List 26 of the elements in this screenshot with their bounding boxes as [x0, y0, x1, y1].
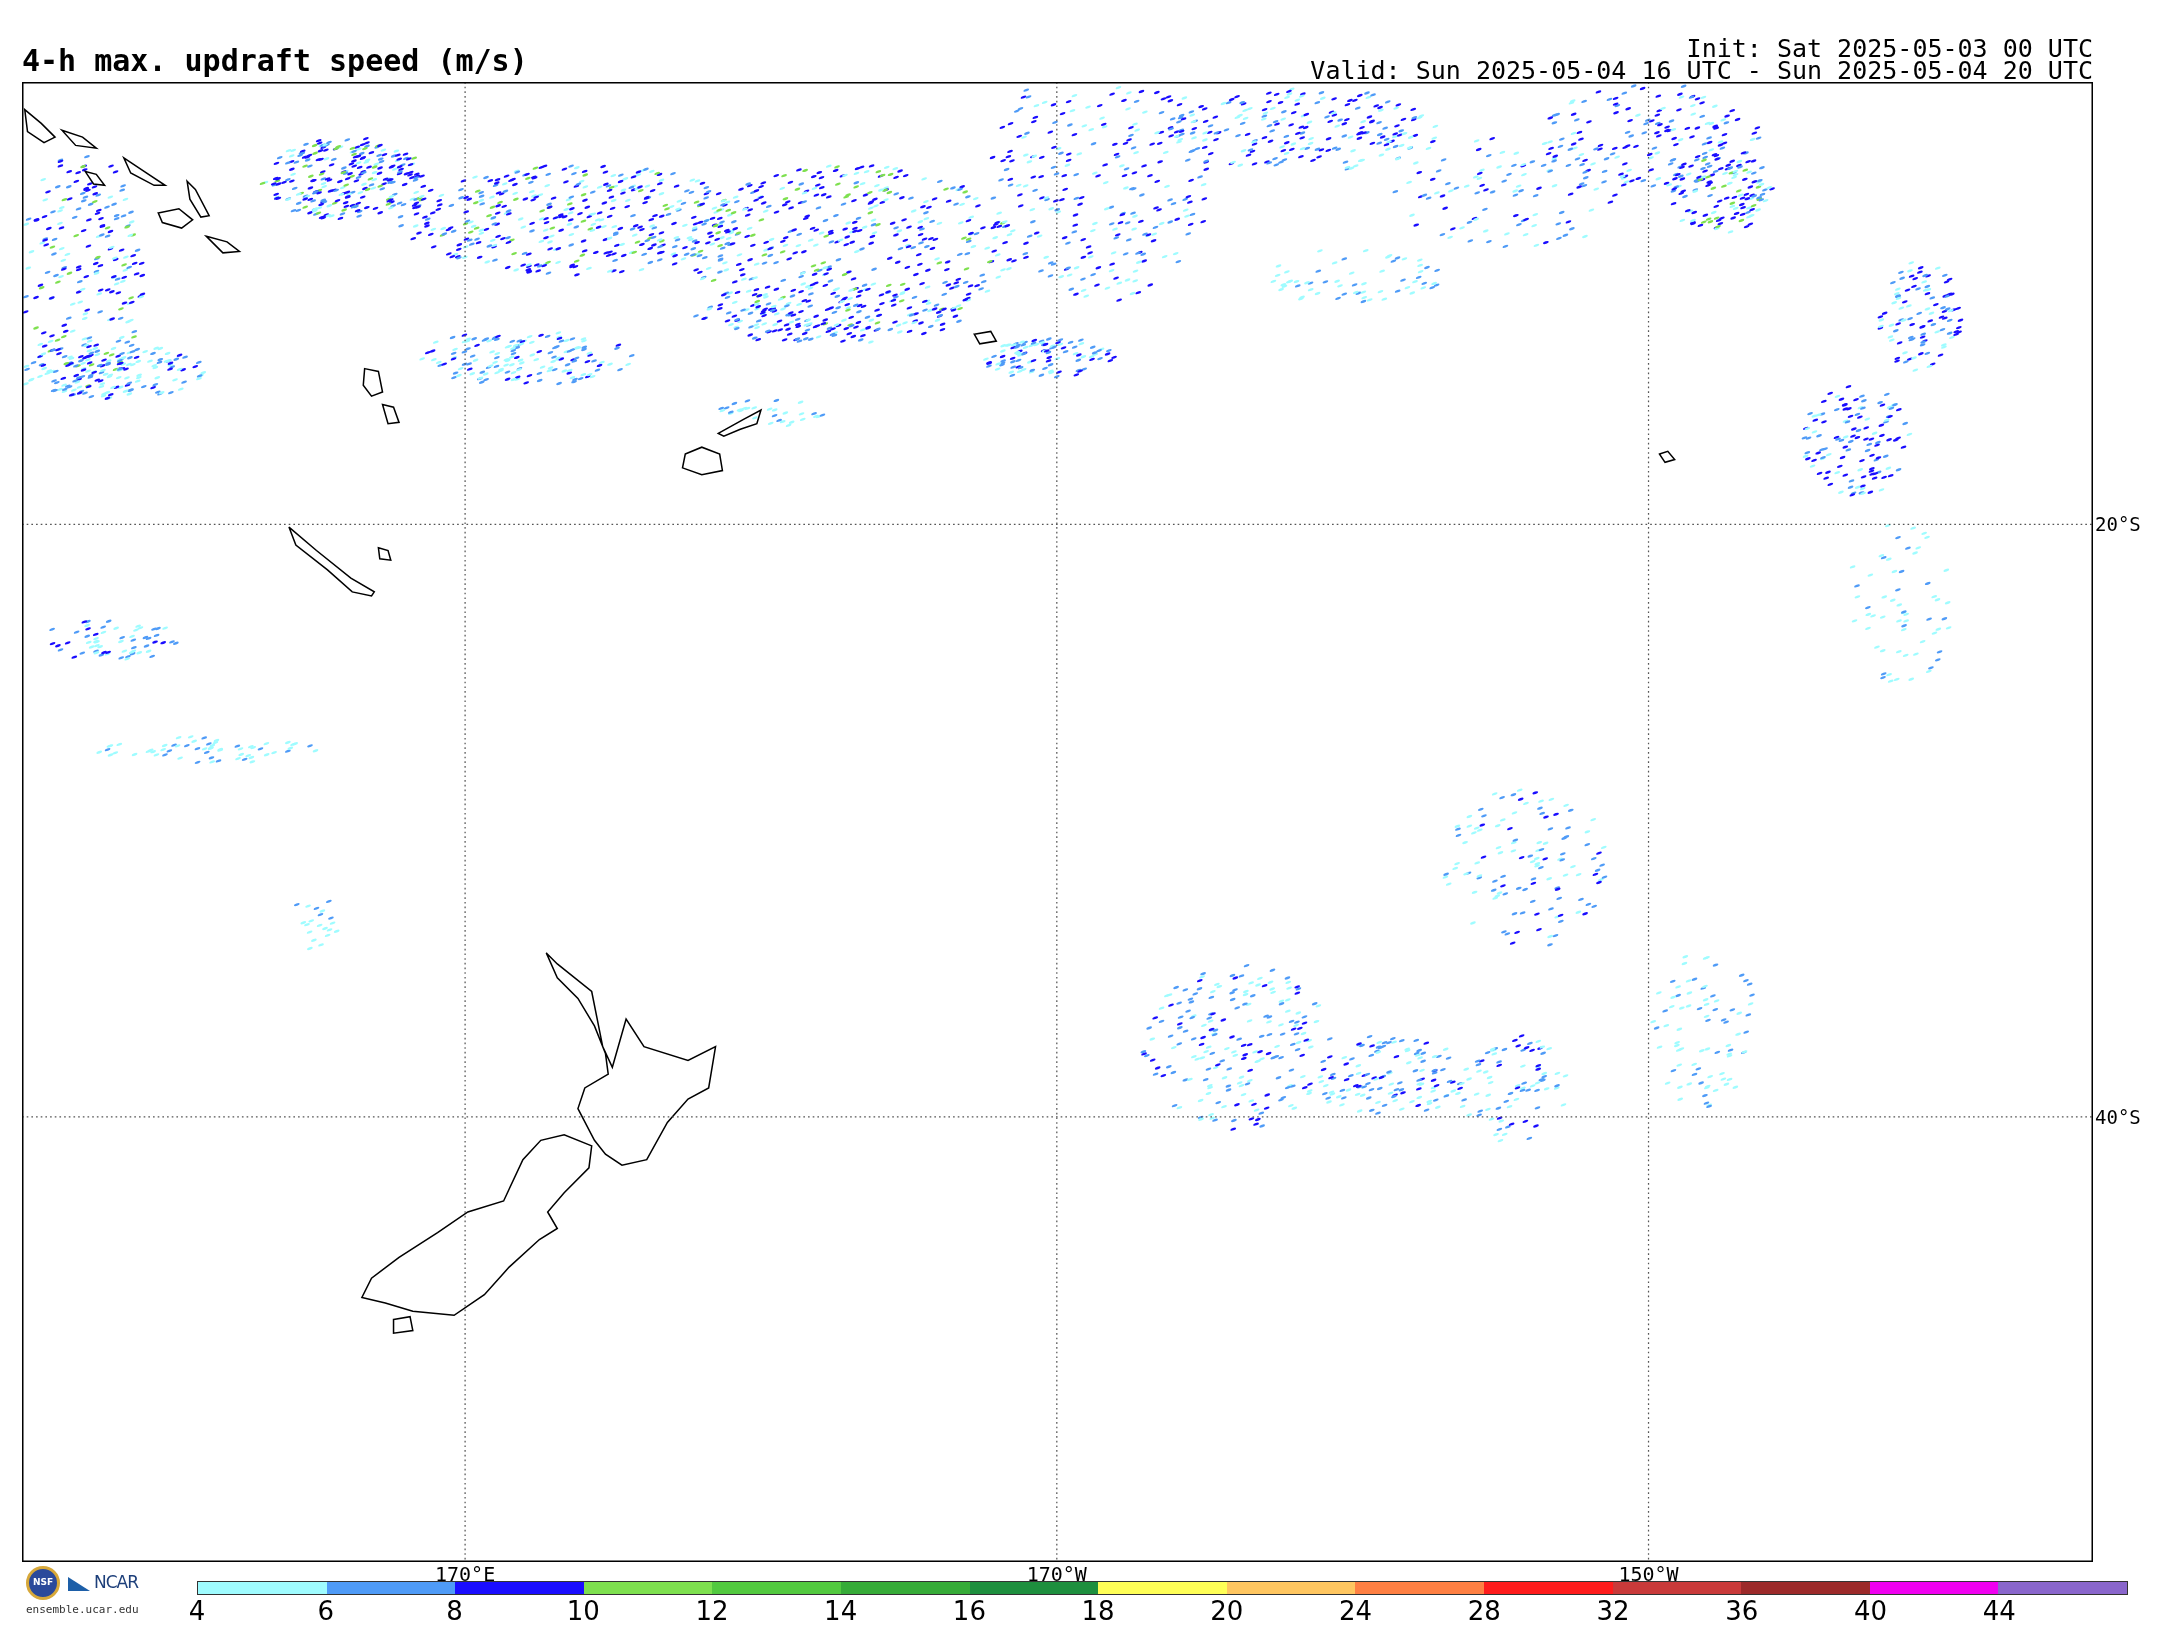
scale-value: 14 — [824, 1598, 858, 1624]
latitude-label: 20°S — [2095, 514, 2141, 534]
chart-title: 4-h max. updraft speed (m/s) — [22, 46, 528, 76]
scale-value: 44 — [1982, 1598, 2016, 1624]
scale-value: 28 — [1467, 1598, 1501, 1624]
longitude-label: 170°E — [435, 1564, 496, 1584]
scale-value: 18 — [1081, 1598, 1115, 1624]
init-time: Init: Sat 2025-05-03 00 UTC — [1685, 38, 2093, 60]
scale-value: 10 — [566, 1598, 600, 1624]
scale-value: 12 — [695, 1598, 729, 1624]
longitude-label: 150°W — [1618, 1564, 1679, 1584]
scale-value: 24 — [1339, 1598, 1373, 1624]
latitude-label: 40°S — [2095, 1107, 2141, 1127]
scale-value: 8 — [446, 1598, 463, 1624]
site-url: ensemble.ucar.edu — [26, 1602, 140, 1618]
scale-value: 20 — [1210, 1598, 1244, 1624]
scale-value: 32 — [1596, 1598, 1630, 1624]
scale-value: 16 — [952, 1598, 986, 1624]
valid-time: Valid: Sun 2025-05-04 16 UTC - Sun 2025-05-04 20 UTC — [1310, 60, 2093, 82]
scale-value: 40 — [1854, 1598, 1888, 1624]
scale-value: 4 — [188, 1598, 206, 1624]
scale-value: 36 — [1725, 1598, 1759, 1624]
scale-value: 6 — [317, 1598, 334, 1624]
longitude-label: 170°W — [1026, 1564, 1087, 1584]
seal-logo: NSF — [26, 1566, 60, 1600]
org-logo: NCAR — [68, 1570, 139, 1596]
